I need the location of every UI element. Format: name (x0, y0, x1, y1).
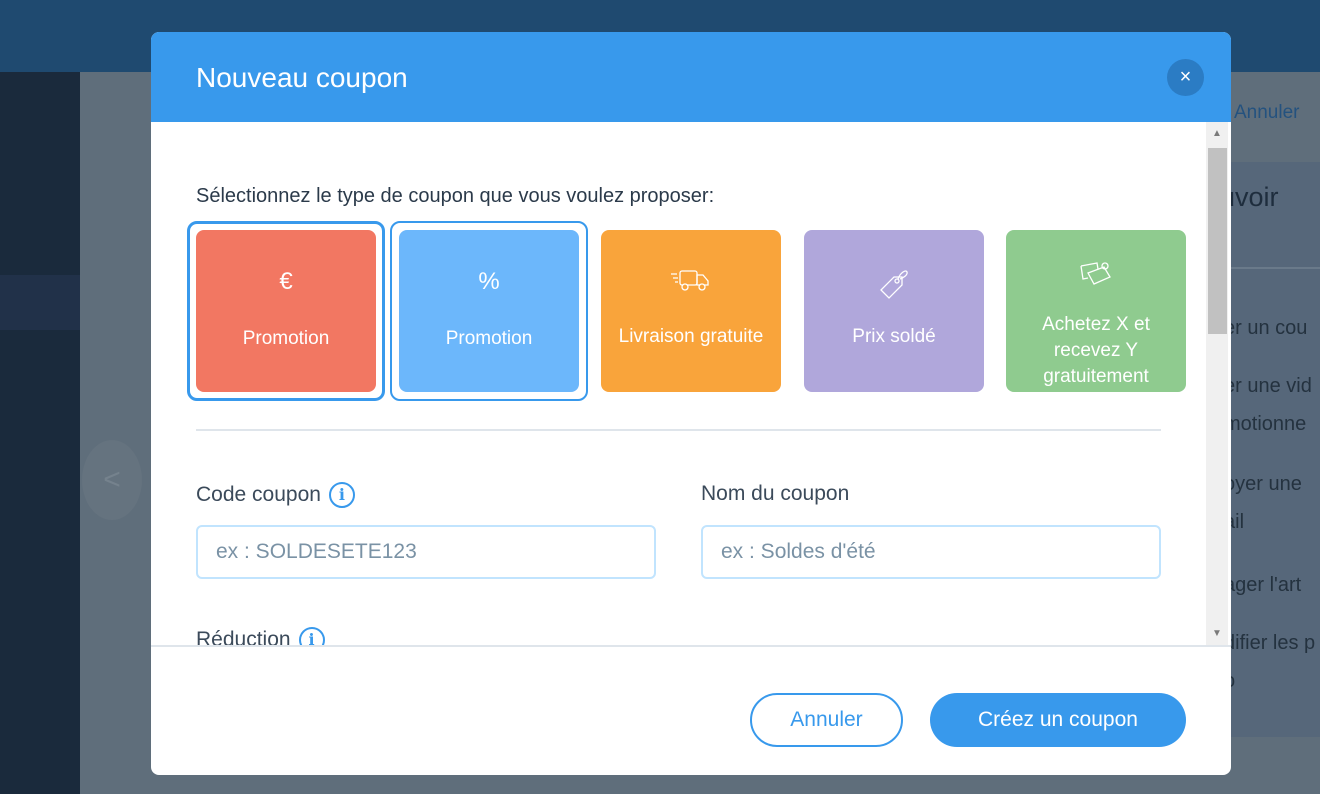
back-arrow-icon[interactable]: < (82, 440, 142, 520)
background-cancel-link[interactable]: Annuler (1234, 102, 1300, 124)
code-coupon-input[interactable] (196, 525, 656, 579)
coupon-type-buy-x-get-y[interactable]: Achetez X et recevez Y gratuitement (1006, 230, 1186, 392)
scrollbar[interactable]: ▲ ▼ (1206, 122, 1228, 645)
scroll-up-icon[interactable]: ▲ (1206, 128, 1228, 139)
sidebar-selected-item[interactable] (0, 275, 80, 330)
dialog-body: Sélectionnez le type de coupon que vous … (151, 122, 1206, 645)
card-label: Prix soldé (852, 326, 936, 347)
coupon-name-label-text: Nom du coupon (701, 482, 850, 505)
scroll-down-icon[interactable]: ▼ (1206, 628, 1228, 639)
background-item[interactable]: oyer une ail (1224, 465, 1302, 541)
coupon-type-prompt: Sélectionnez le type de coupon que vous … (196, 185, 715, 207)
dialog-header: Nouveau coupon × (151, 32, 1231, 122)
dialog-footer: Annuler Créez un coupon (151, 645, 1231, 775)
new-coupon-dialog: Nouveau coupon × Sélectionnez le type de… (151, 32, 1231, 775)
scrollbar-thumb[interactable] (1208, 148, 1227, 334)
reduction-label: Réduction i (196, 627, 325, 645)
card-label: Promotion (445, 328, 533, 349)
background-item[interactable]: difier les p o (1224, 624, 1315, 700)
cancel-button[interactable]: Annuler (750, 693, 903, 747)
coupon-type-free-shipping[interactable]: Livraison gratuite (601, 230, 781, 392)
sidebar (0, 72, 80, 794)
coupon-name-label: Nom du coupon (701, 482, 849, 506)
tags-icon (1006, 260, 1186, 290)
dialog-title: Nouveau coupon (196, 62, 408, 93)
info-icon[interactable]: i (298, 627, 325, 645)
background-item[interactable]: ager l'art (1224, 566, 1301, 604)
euro-icon: € (279, 268, 293, 295)
coupon-type-sale-price[interactable]: Prix soldé (804, 230, 984, 392)
card-label: Promotion (242, 328, 330, 349)
background-item[interactable]: er une vid motionne (1224, 367, 1312, 443)
coupon-name-input[interactable] (701, 525, 1161, 579)
code-coupon-label-text: Code coupon (196, 483, 321, 506)
create-coupon-button[interactable]: Créez un coupon (930, 693, 1186, 747)
coupon-type-euro-promotion[interactable]: € Promotion (187, 221, 385, 401)
info-icon[interactable]: i (328, 482, 355, 508)
close-icon[interactable]: × (1167, 59, 1204, 96)
tag-icon (804, 266, 984, 299)
reduction-label-text: Réduction (196, 628, 291, 645)
divider (196, 429, 1161, 431)
card-label: Achetez X et recevez Y gratuitement (1042, 314, 1150, 387)
card-label: Livraison gratuite (618, 326, 764, 347)
code-coupon-label: Code coupon i (196, 482, 355, 508)
background-item[interactable]: er un cou (1224, 309, 1307, 347)
coupon-type-percent-promotion[interactable]: % Promotion (390, 221, 588, 401)
percent-icon: % (478, 268, 500, 295)
truck-icon (601, 268, 781, 298)
